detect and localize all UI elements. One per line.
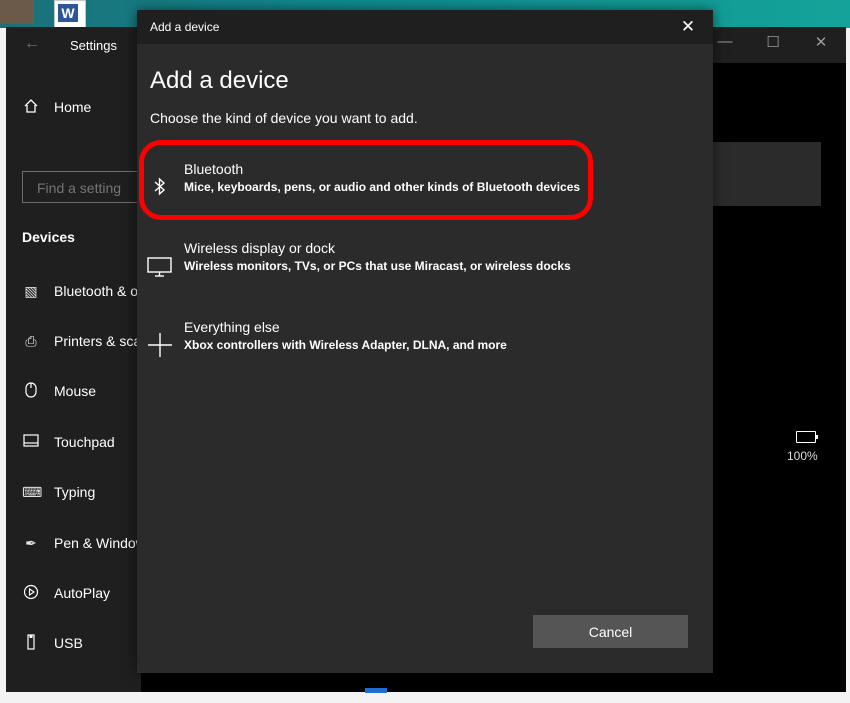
dialog-titlebar: Add a device ✕: [137, 10, 713, 44]
sidebar-item-bluetooth[interactable]: ▧ Bluetooth & other devices: [22, 279, 141, 303]
dialog-window-title: Add a device: [150, 20, 220, 34]
section-heading: Devices: [22, 229, 75, 245]
sidebar-item-label: Home: [54, 99, 92, 115]
back-arrow-icon[interactable]: ←: [24, 35, 40, 53]
window-close-icon[interactable]: ✕: [806, 33, 836, 51]
sidebar-item-label: Touchpad: [54, 434, 115, 450]
monitor-icon: [147, 253, 173, 279]
content-panel: [711, 142, 821, 206]
sidebar-item-mouse[interactable]: Mouse: [22, 379, 141, 403]
sidebar-item-autoplay[interactable]: AutoPlay: [22, 581, 141, 605]
settings-title: Settings: [70, 38, 117, 53]
option-description: Mice, keyboards, pens, or audio and othe…: [184, 180, 581, 194]
option-wireless-display[interactable]: Wireless display or dock Wireless monito…: [137, 239, 713, 309]
option-title: Wireless display or dock: [184, 240, 335, 256]
option-everything-else[interactable]: Everything else Xbox controllers with Wi…: [137, 318, 713, 388]
sidebar-item-typing[interactable]: ⌨ Typing: [22, 480, 141, 504]
dialog-subtitle: Choose the kind of device you want to ad…: [150, 110, 418, 126]
sidebar-item-label: Typing: [54, 484, 96, 500]
sidebar-item-label: Pen & Windows Ink: [54, 535, 141, 551]
option-title: Everything else: [184, 319, 280, 335]
minimize-icon[interactable]: —: [710, 33, 740, 50]
home-icon: [22, 98, 40, 117]
option-description: Xbox controllers with Wireless Adapter, …: [184, 338, 507, 352]
battery-icon: [796, 431, 818, 443]
sidebar-item-pen[interactable]: ✒ Pen & Windows Ink: [22, 531, 141, 555]
sidebar-item-printers[interactable]: ⎙ Printers & scanners: [22, 329, 141, 353]
maximize-icon[interactable]: ☐: [758, 33, 788, 51]
autoplay-icon: [22, 584, 40, 603]
touchpad-icon: [22, 434, 40, 450]
option-description: Wireless monitors, TVs, or PCs that use …: [184, 259, 571, 273]
keyboard-icon: ⌨: [22, 483, 43, 500]
mouse-icon: [22, 381, 40, 401]
sidebar-item-label: Printers & scanners: [54, 333, 141, 349]
printer-icon: ⎙: [25, 332, 37, 349]
search-input[interactable]: [35, 179, 149, 197]
search-box[interactable]: [22, 171, 149, 203]
sidebar-item-touchpad[interactable]: Touchpad: [22, 430, 141, 454]
bluetooth-devices-icon: ▧: [24, 282, 38, 299]
option-title: Bluetooth: [184, 161, 244, 177]
sidebar-item-usb[interactable]: USB: [22, 631, 141, 655]
sidebar-item-label: Bluetooth & other devices: [54, 283, 141, 299]
sidebar-item-label: USB: [54, 635, 83, 651]
add-device-dialog: Add a device ✕ Add a device Choose the k…: [137, 10, 713, 673]
taskbar-indicator: [365, 688, 387, 693]
dialog-heading: Add a device: [150, 67, 289, 94]
sidebar-item-home[interactable]: Home: [22, 95, 141, 119]
dialog-close-icon[interactable]: ✕: [663, 10, 713, 44]
cancel-button[interactable]: Cancel: [533, 615, 688, 648]
sidebar-item-label: AutoPlay: [54, 585, 111, 601]
battery-percent: 100%: [787, 449, 818, 463]
plus-icon: [147, 332, 173, 358]
sidebar-item-label: Mouse: [54, 383, 97, 399]
settings-sidebar: Home Devices ▧ Bluetooth & other devices…: [6, 63, 149, 692]
bluetooth-icon: [147, 174, 173, 200]
word-app-icon[interactable]: W: [54, 0, 86, 28]
option-bluetooth[interactable]: Bluetooth Mice, keyboards, pens, or audi…: [137, 160, 713, 230]
desktop-thumbnail: [0, 0, 34, 24]
usb-icon: [22, 633, 40, 653]
pen-icon: ✒: [25, 534, 37, 551]
